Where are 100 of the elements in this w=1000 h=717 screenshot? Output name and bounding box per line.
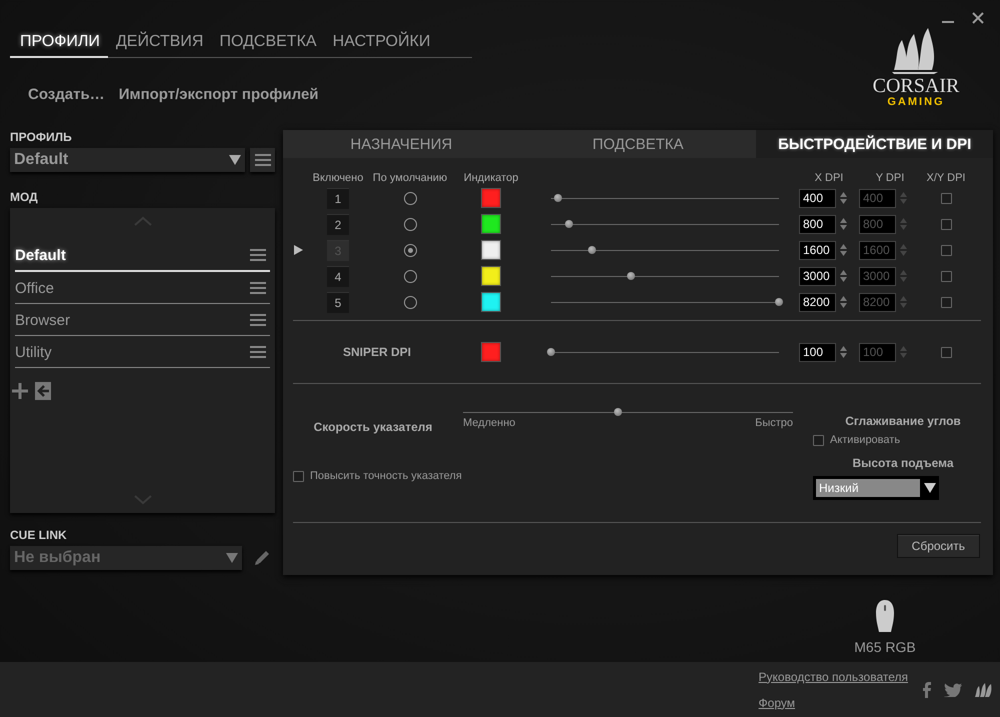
device-name: M65 RGB <box>854 639 916 655</box>
slider-thumb[interactable] <box>565 220 574 228</box>
lift-height-title: Высота подъема <box>851 456 955 470</box>
mode-item[interactable]: Browser <box>15 305 270 336</box>
slider-thumb[interactable] <box>547 348 555 356</box>
spinner-arrows-icon[interactable] <box>840 345 847 359</box>
checkbox[interactable] <box>813 434 824 446</box>
menu-icon[interactable] <box>250 249 266 261</box>
radio-button[interactable] <box>404 270 416 282</box>
checkbox[interactable] <box>940 244 952 256</box>
radio-button[interactable] <box>404 192 416 204</box>
y-dpi-field: 800 <box>859 214 896 234</box>
pencil-icon[interactable] <box>253 549 271 567</box>
x-dpi-field[interactable]: 400 <box>799 188 836 208</box>
spinner-arrows-icon <box>900 295 907 309</box>
stage-number-button[interactable]: 2 <box>327 214 349 234</box>
checkbox[interactable] <box>940 218 952 230</box>
caret-icon <box>924 483 936 493</box>
menu-icon[interactable] <box>254 154 270 166</box>
twitter-icon[interactable] <box>944 682 962 696</box>
stage-number-button[interactable]: 5 <box>327 292 349 312</box>
x-dpi-field[interactable]: 3000 <box>799 266 836 286</box>
profile-menu-button[interactable] <box>250 148 275 172</box>
close-icon[interactable] <box>972 12 984 24</box>
spinner-arrows-icon <box>900 269 907 283</box>
menu-icon[interactable] <box>250 346 266 358</box>
spinner-arrows-icon[interactable] <box>840 295 847 309</box>
cue-link-label: CUE LINK <box>10 528 68 542</box>
panel-tab[interactable]: НАЗНАЧЕНИЯ <box>283 130 520 158</box>
mode-name: Office <box>15 280 54 296</box>
spinner-arrows-icon[interactable] <box>840 191 847 205</box>
menu-icon[interactable] <box>250 314 266 326</box>
color-swatch[interactable] <box>481 240 501 260</box>
column-header: Включено <box>312 172 364 184</box>
mouse-icon[interactable] <box>875 599 895 633</box>
spinner-arrows-icon[interactable] <box>840 243 847 257</box>
color-swatch[interactable] <box>481 266 501 286</box>
slider-thumb[interactable] <box>626 272 635 280</box>
pointer-speed-label: Скорость указателя <box>312 420 434 434</box>
mode-item[interactable]: Default <box>15 240 270 272</box>
spinner-arrows-icon[interactable] <box>840 217 847 231</box>
mode-name: Default <box>15 246 66 264</box>
column-header: X DPI <box>814 172 844 184</box>
checkbox[interactable] <box>940 270 952 282</box>
column-header: Индикатор <box>462 172 520 184</box>
y-dpi-field: 8200 <box>859 292 896 312</box>
brand-subtitle: GAMING <box>887 96 945 108</box>
radio-button[interactable] <box>404 296 416 308</box>
mode-item[interactable]: Office <box>15 273 270 304</box>
nav-tab[interactable]: НАСТРОЙКИ <box>324 33 438 58</box>
checkbox[interactable] <box>940 346 952 358</box>
mode-label: МОД <box>10 190 39 204</box>
action-link[interactable]: Импорт/экспорт профилей <box>118 86 319 103</box>
x-dpi-field[interactable]: 1600 <box>799 240 836 260</box>
radio-button[interactable] <box>404 244 416 256</box>
stage-number-button[interactable]: 1 <box>327 188 349 208</box>
action-link[interactable]: Создать… <box>28 86 105 103</box>
spinner-arrows-icon[interactable] <box>840 269 847 283</box>
lift-height-dropdown[interactable]: Низкий <box>813 476 939 500</box>
profile-dropdown[interactable]: Default <box>10 148 245 172</box>
x-dpi-field[interactable]: 100 <box>799 342 836 362</box>
footer-link[interactable]: Форум <box>758 696 908 710</box>
slider-min-label: Медленно <box>463 417 516 429</box>
slider-thumb[interactable] <box>775 298 783 306</box>
y-dpi-field: 400 <box>859 188 896 208</box>
slider-max-label: Быстро <box>755 417 793 429</box>
mode-item[interactable]: Utility <box>15 337 270 368</box>
checkbox[interactable] <box>940 192 952 204</box>
slider-thumb[interactable] <box>588 246 596 254</box>
color-swatch[interactable] <box>481 188 501 208</box>
reset-button[interactable]: Сбросить <box>896 534 980 558</box>
checkbox[interactable] <box>293 470 304 482</box>
dropdown-value: Низкий <box>816 479 920 497</box>
x-dpi-field[interactable]: 8200 <box>799 292 836 312</box>
color-swatch[interactable] <box>481 292 501 312</box>
facebook-icon[interactable] <box>922 682 932 698</box>
nav-tab[interactable]: ПОДСВЕТКА <box>211 33 325 58</box>
stage-number-button[interactable]: 4 <box>327 266 349 286</box>
column-header: По умолчанию <box>372 172 448 184</box>
y-dpi-field: 1600 <box>859 240 896 260</box>
radio-button[interactable] <box>404 218 416 230</box>
caret-icon <box>226 553 238 563</box>
checkbox[interactable] <box>940 296 952 308</box>
plus-icon[interactable] <box>10 381 30 401</box>
sails-icon[interactable] <box>974 682 992 698</box>
panel-tab[interactable]: БЫСТРОДЕЙСТВИЕ И DPI <box>756 130 993 158</box>
nav-tab[interactable]: ДЕЙСТВИЯ <box>108 33 212 58</box>
y-dpi-field: 100 <box>859 342 896 362</box>
color-swatch[interactable] <box>481 214 501 234</box>
nav-tab[interactable]: ПРОФИЛИ <box>10 33 108 58</box>
mode-name: Utility <box>15 344 52 360</box>
dropdown-value: Не выбран <box>14 549 101 567</box>
import-icon[interactable] <box>34 381 52 401</box>
color-swatch[interactable] <box>481 342 501 362</box>
panel-tab[interactable]: ПОДСВЕТКА <box>520 130 756 158</box>
slider-thumb[interactable] <box>614 408 622 416</box>
menu-icon[interactable] <box>250 282 266 294</box>
x-dpi-field[interactable]: 800 <box>799 214 836 234</box>
footer-link[interactable]: Руководство пользователя <box>758 670 908 684</box>
slider-thumb[interactable] <box>554 194 562 202</box>
